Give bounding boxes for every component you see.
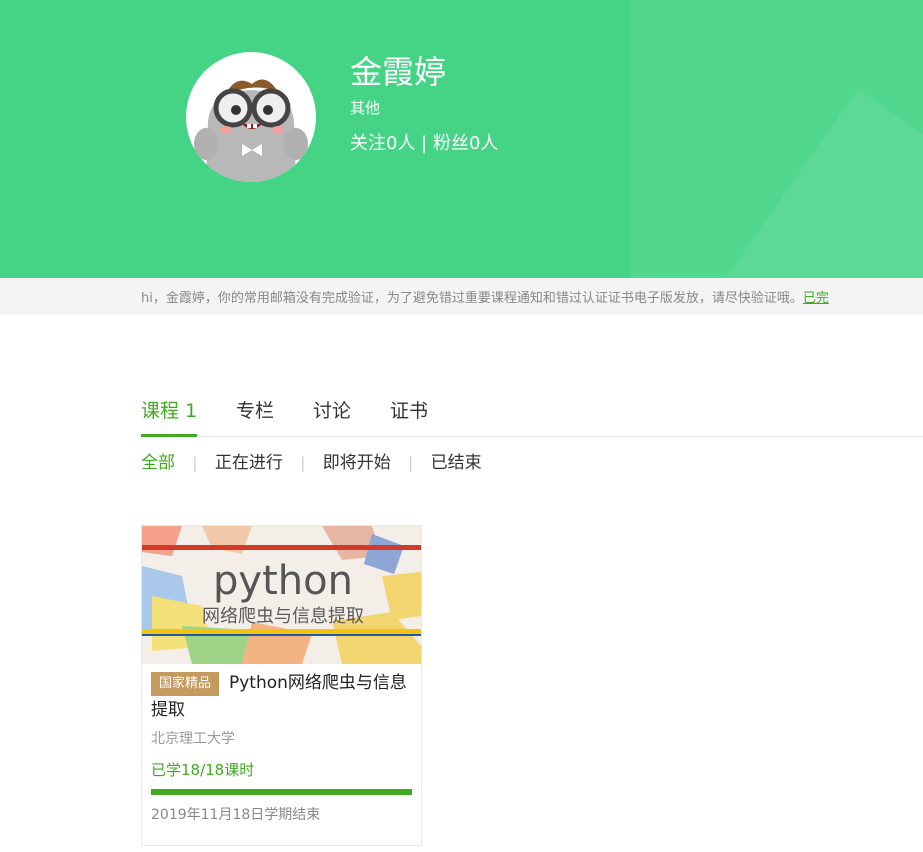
filter-divider: | [192,454,198,472]
filter-upcoming[interactable]: 即将开始 [323,450,391,476]
course-card[interactable]: python 网络爬虫与信息提取 国家精品 Python网络爬虫与信息提取 北京… [141,525,422,846]
tab-discussions[interactable]: 讨论 [313,396,351,434]
filter-all[interactable]: 全部 [141,450,175,476]
notice-message: hi，金霞婷，你的常用邮箱没有完成验证，为了避免错过重要课程通知和错过认证证书电… [141,291,803,306]
cover-subtitle: 网络爬虫与信息提取 [202,606,364,627]
course-title[interactable]: Python网络爬虫与信息提取 [151,670,415,724]
notice-text: hi，金霞婷，你的常用邮箱没有完成验证，为了避免错过重要课程通知和错过认证证书电… [141,287,829,306]
user-name: 金霞婷 [350,53,447,91]
cover-word: python [213,558,353,604]
course-cover-image[interactable]: python 网络爬虫与信息提取 [142,526,421,664]
course-filters: 全部 | 正在进行 | 即将开始 | 已结束 [141,450,482,476]
school-name: 北京理工大学 [151,731,235,747]
avatar[interactable] [186,52,316,182]
follow-stats[interactable]: 关注0人 | 粉丝0人 [350,131,498,157]
progress-bar [151,789,412,795]
profile-tabs: 课程 1 专栏 讨论 证书 [141,396,923,437]
filter-ended[interactable]: 已结束 [431,450,482,476]
tab-columns[interactable]: 专栏 [236,396,274,434]
tab-courses[interactable]: 课程 1 [141,396,198,437]
term-end-date: 2019年11月18日学期结束 [151,807,321,823]
filter-divider: | [300,454,306,472]
profile-banner: 金霞婷 其他 关注0人 | 粉丝0人 [0,0,923,278]
user-role: 其他 [350,99,381,117]
tab-certificates[interactable]: 证书 [390,396,428,434]
verify-link[interactable]: 已完 [803,291,829,306]
progress-text: 已学18/18课时 [151,761,255,779]
mascot-avatar-icon [194,79,308,182]
filter-in-progress[interactable]: 正在进行 [215,450,283,476]
progress-fill [151,789,412,795]
filter-divider: | [408,454,414,472]
email-verify-notice: hi，金霞婷，你的常用邮箱没有完成验证，为了避免错过重要课程通知和错过认证证书电… [0,278,923,315]
